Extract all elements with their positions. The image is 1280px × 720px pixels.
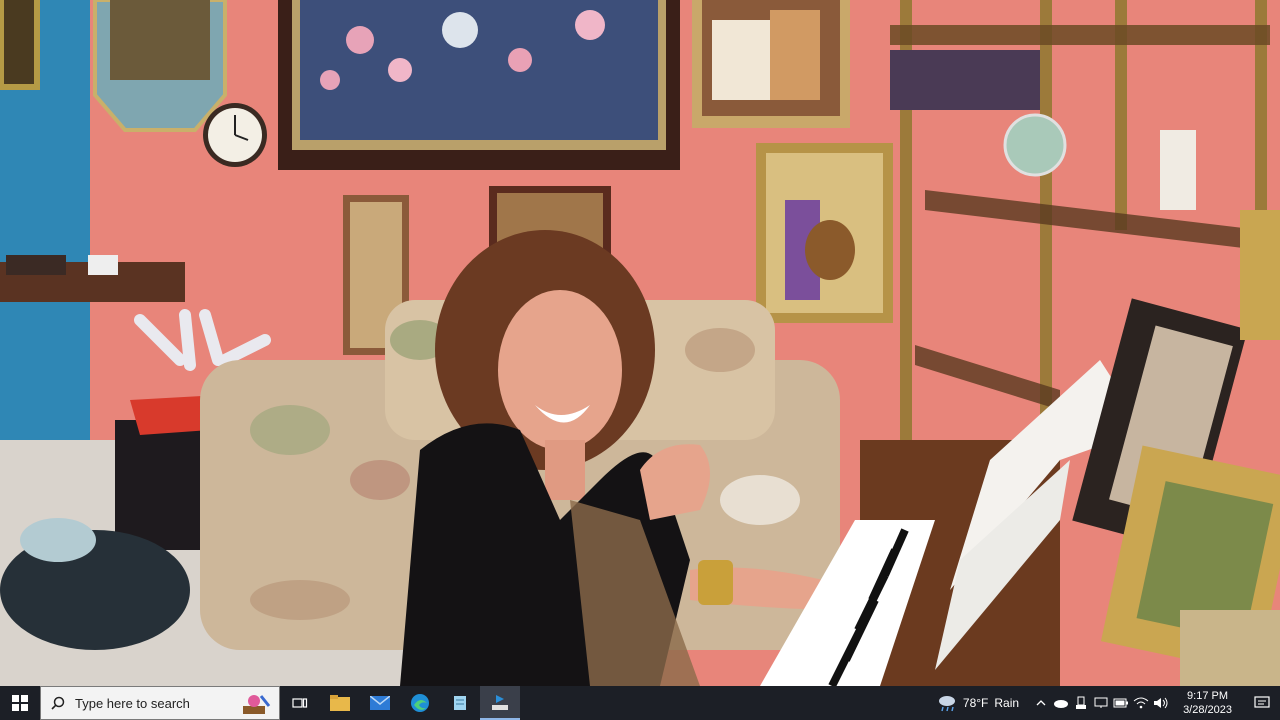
camera-app-button[interactable]	[480, 686, 520, 720]
clock-time: 9:17 PM	[1187, 690, 1229, 702]
display-icon	[1094, 697, 1108, 708]
taskbar-clock[interactable]: 9:17 PM 3/28/2023	[1171, 689, 1244, 717]
cloud-rain-icon	[938, 696, 955, 712]
search-icon	[51, 696, 65, 710]
battery-icon	[1113, 698, 1129, 708]
windows-logo-icon	[12, 695, 28, 711]
search-placeholder: Type here to search	[75, 695, 190, 711]
system-tray	[1031, 686, 1171, 720]
weather-widget[interactable]: 78°F Rain	[925, 694, 1031, 712]
taskbar-search-box[interactable]: Type here to search	[40, 686, 280, 720]
battery-tray-button[interactable]	[1111, 686, 1131, 720]
weather-temperature: 78°F	[962, 696, 989, 710]
onedrive-tray-button[interactable]	[1051, 686, 1071, 720]
show-hidden-icons-button[interactable]	[1031, 686, 1051, 720]
search-highlight-icon	[241, 692, 271, 714]
file-explorer-icon	[330, 695, 350, 711]
weather-condition: Rain	[994, 696, 1020, 710]
mail-button[interactable]	[360, 686, 400, 720]
notepad-icon	[454, 696, 466, 710]
scene-illustration	[0, 0, 1280, 686]
notepad-button[interactable]	[440, 686, 480, 720]
task-view-button[interactable]	[280, 686, 320, 720]
onedrive-icon	[1054, 700, 1069, 708]
mail-icon	[370, 696, 390, 710]
display-tray-button[interactable]	[1091, 686, 1111, 720]
notification-center-button[interactable]	[1244, 696, 1280, 710]
volume-tray-button[interactable]	[1151, 686, 1171, 720]
file-explorer-button[interactable]	[320, 686, 360, 720]
person-face	[498, 290, 622, 450]
start-button[interactable]	[0, 686, 40, 720]
edge-button[interactable]	[400, 686, 440, 720]
camera-app-icon	[492, 695, 508, 710]
task-view-icon	[292, 698, 308, 708]
volume-icon	[1154, 697, 1168, 709]
wifi-icon	[1133, 697, 1149, 709]
webcam-video-frame	[0, 0, 1280, 686]
usb-tray-button[interactable]	[1071, 686, 1091, 720]
edge-icon	[411, 694, 429, 712]
notification-icon	[1254, 696, 1270, 708]
chevron-up-icon	[1036, 700, 1046, 706]
usb-icon	[1076, 696, 1087, 709]
clock-date: 3/28/2023	[1183, 704, 1232, 716]
small-frame	[1180, 610, 1280, 686]
wifi-tray-button[interactable]	[1131, 686, 1151, 720]
windows-taskbar: Type here to search 78°F Rain 9:17 PM 3/…	[0, 686, 1280, 720]
